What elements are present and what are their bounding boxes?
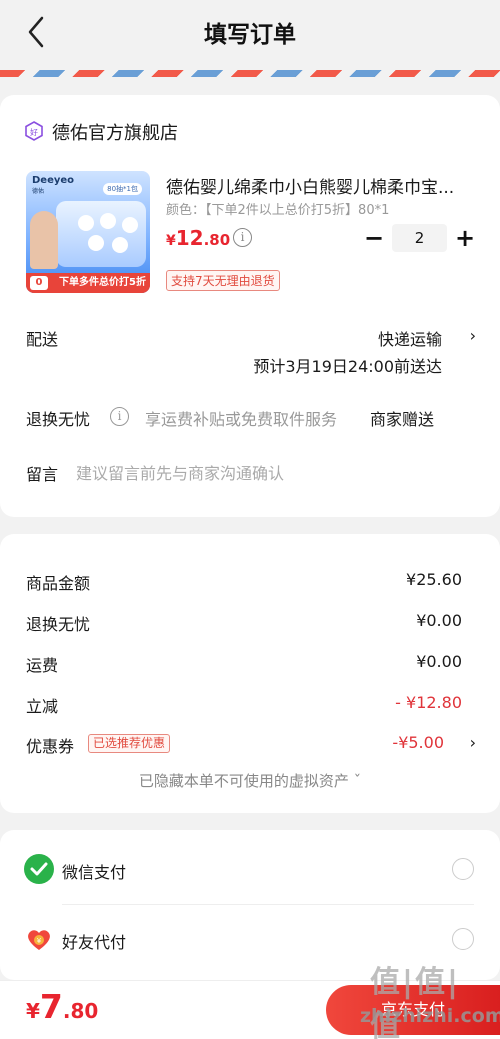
info-icon[interactable]: i [110, 407, 129, 426]
total-currency: ¥ [26, 999, 40, 1023]
bear-graphic [112, 237, 128, 253]
worry-free-fee-label: 退换无忧 [26, 615, 91, 634]
diamond-shop-icon: 好 [24, 121, 44, 141]
wechat-pay-icon [24, 854, 54, 884]
bear-graphic [78, 215, 94, 231]
delivery-eta: 预计3月19日24:00前送达 [253, 357, 442, 376]
total-price: ¥7.80 [26, 987, 98, 1026]
price-decimal: .80 [203, 231, 231, 249]
goods-amount-value: ¥25.60 [406, 570, 462, 589]
total-decimal: .80 [62, 999, 99, 1023]
coupon-label: 优惠券 [26, 737, 75, 756]
delivery-label: 配送 [26, 330, 59, 349]
delivery-method[interactable]: 快递运输 [378, 326, 442, 350]
product-image[interactable]: Deeyeo 德佑 80抽*1包 下单多件总价打5折 0 [26, 171, 150, 293]
chevron-right-icon[interactable]: › [470, 326, 476, 345]
product-title[interactable]: 德佑婴儿绵柔巾小白熊婴儿棉柔巾宝... [166, 173, 478, 198]
price-currency: ¥ [166, 233, 176, 249]
product-spec: 颜色：【下单2件以上总价打5折】80*1 [166, 203, 390, 218]
product-price: ¥12.80 [166, 226, 230, 250]
friend-pay-radio[interactable] [452, 928, 474, 950]
watermark: 值|值|值 zhizhizhi.com [340, 955, 500, 1039]
discount-label: 立减 [26, 697, 59, 716]
wechat-pay-label[interactable]: 微信支付 [62, 859, 126, 883]
chevron-right-icon[interactable]: › [470, 733, 476, 752]
divider [62, 904, 474, 905]
shop-name[interactable]: 德佑官方旗舰店 [52, 119, 178, 145]
worry-free-fee-value: ¥0.00 [416, 611, 462, 630]
worry-free-desc: 享运费补贴或免费取件服务 [145, 410, 338, 429]
total-integer: 7 [39, 987, 63, 1026]
svg-text:好: 好 [30, 127, 38, 137]
product-image-brand-sub: 德佑 [32, 188, 45, 195]
bear-graphic [88, 235, 104, 251]
quantity-value[interactable]: 2 [392, 224, 447, 252]
shipping-label: 运费 [26, 656, 59, 675]
heart-icon: ¥ [24, 924, 54, 954]
product-pack-graphic [56, 201, 146, 267]
model-graphic [30, 211, 58, 269]
order-item-card: 好 德佑官方旗舰店 Deeyeo 德佑 80抽*1包 下单多件总价打5折 0 德… [0, 95, 500, 517]
note-input[interactable] [76, 461, 456, 485]
page-title: 填写订单 [204, 22, 296, 48]
info-icon[interactable]: i [233, 228, 252, 247]
quantity-decrease-button[interactable]: − [364, 224, 384, 252]
wechat-pay-radio[interactable] [452, 858, 474, 880]
airmail-border [0, 70, 500, 77]
product-image-spec: 80抽*1包 [103, 183, 142, 195]
price-integer: 12 [175, 226, 204, 250]
watermark-url: zhizhizhi.com [360, 1005, 500, 1027]
worry-free-gift: 商家赠送 [370, 410, 435, 429]
coupon-tag: 已选推荐优惠 [88, 734, 171, 753]
promo-zero: 0 [30, 276, 48, 290]
goods-amount-label: 商品金额 [26, 574, 91, 593]
shipping-value: ¥0.00 [416, 652, 462, 671]
bear-graphic [122, 217, 138, 233]
quantity-increase-button[interactable]: + [454, 224, 476, 252]
hidden-assets-toggle[interactable]: 已隐藏本单不可使用的虚拟资产 ˇ [0, 770, 500, 791]
svg-text:¥: ¥ [37, 937, 42, 945]
return-policy-tag: 支持7天无理由退货 [166, 270, 280, 291]
note-label: 留言 [26, 465, 59, 484]
header: 填写订单 [0, 0, 500, 66]
discount-value: - ¥12.80 [395, 693, 462, 712]
friend-pay-label[interactable]: 好友代付 [62, 929, 126, 953]
bear-graphic [100, 213, 116, 229]
worry-free-label: 退换无忧 [26, 410, 91, 429]
coupon-value[interactable]: -¥5.00 [392, 733, 444, 752]
price-summary-card: 商品金额 ¥25.60 退换无忧 ¥0.00 运费 ¥0.00 立减 - ¥12… [0, 534, 500, 813]
product-image-brand: Deeyeo [32, 175, 75, 186]
